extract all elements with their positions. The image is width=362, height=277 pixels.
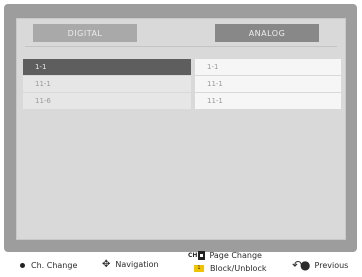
- tab-analog[interactable]: ANALOG: [215, 24, 319, 42]
- channel-row: 11-6 11-1: [23, 93, 341, 109]
- navigation-hint: ✥ Navigation: [102, 259, 159, 270]
- previous-label: Previous: [314, 260, 349, 270]
- block-unblock-label: Block/Unblock: [210, 264, 267, 273]
- channel-row: 11-1 11-1: [23, 76, 341, 92]
- page-change-hint: CH Page Change: [188, 251, 262, 260]
- key-guide-footer: Ch. Change ✥ Navigation CH Page Change 1…: [0, 251, 362, 277]
- tab-digital[interactable]: DIGITAL: [33, 24, 137, 42]
- channel-list: 1-1 1-1 11-1 11-1 11-6 11-1: [23, 59, 341, 110]
- ok-button-icon: [20, 263, 25, 268]
- channel-edit-screen: DIGITAL ANALOG 1-1 1-1 11-1 11-1 11-6 11…: [4, 4, 357, 252]
- channel-cell[interactable]: 11-1: [195, 93, 341, 109]
- channel-cell[interactable]: 11-1: [23, 76, 191, 92]
- channel-list-panel: DIGITAL ANALOG 1-1 1-1 11-1 11-1 11-6 11…: [16, 18, 346, 240]
- navigation-arrows-icon: ✥: [102, 259, 111, 270]
- back-arrow-icon: ↶●: [292, 258, 310, 272]
- channel-cell[interactable]: 1-1: [23, 59, 191, 75]
- channel-row: 1-1 1-1: [23, 59, 341, 75]
- ch-button-icon: CH: [188, 251, 206, 260]
- ch-change-hint: Ch. Change: [20, 261, 77, 270]
- channel-cell[interactable]: 11-6: [23, 93, 191, 109]
- page-change-label: Page Change: [209, 251, 262, 260]
- tab-divider: [25, 46, 337, 47]
- ch-badge-label: CH: [188, 252, 198, 259]
- channel-cell[interactable]: 1-1: [195, 59, 341, 75]
- tab-bar: DIGITAL ANALOG: [17, 19, 345, 47]
- channel-cell[interactable]: 11-1: [195, 76, 341, 92]
- block-unblock-hint: 1 Block/Unblock: [194, 264, 266, 273]
- previous-hint: ↶● Previous: [292, 258, 348, 272]
- navigation-label: Navigation: [115, 260, 159, 269]
- ch-change-label: Ch. Change: [31, 261, 78, 270]
- yellow-key-icon: 1: [194, 265, 204, 272]
